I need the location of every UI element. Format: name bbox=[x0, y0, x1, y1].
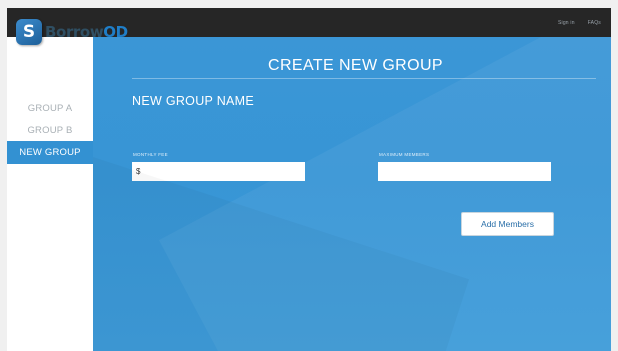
brand-badge-letter: S bbox=[22, 21, 36, 42]
brand-badge-icon: S bbox=[16, 18, 42, 45]
sign-in-link[interactable]: Sign in bbox=[558, 20, 575, 26]
add-members-button[interactable]: Add Members bbox=[461, 212, 554, 236]
sidebar-item-new-group[interactable]: NEW GROUP bbox=[7, 141, 93, 164]
sidebar: GROUP A GROUP B NEW GROUP bbox=[7, 37, 93, 351]
brand-name-main: Borrow bbox=[45, 22, 104, 41]
brand-wordmark: BorrowOD bbox=[45, 23, 128, 41]
maximum-members-input[interactable] bbox=[378, 162, 551, 181]
sidebar-item-group-b[interactable]: GROUP B bbox=[7, 119, 93, 142]
monthly-fee-label: MONTHLY FEE bbox=[133, 152, 168, 157]
main-panel: CREATE NEW GROUP NEW GROUP NAME MONTHLY … bbox=[93, 37, 611, 351]
title-divider bbox=[132, 78, 596, 79]
sidebar-item-group-a[interactable]: GROUP A bbox=[7, 97, 93, 120]
maximum-members-label: MAXIMUM MEMBERS bbox=[379, 152, 430, 157]
brand-logo[interactable]: S BorrowOD bbox=[12, 11, 136, 52]
monthly-fee-input[interactable] bbox=[132, 162, 305, 181]
brand-name-accent: OD bbox=[103, 22, 128, 41]
app-window: Sign in FAQs GROUP A GROUP B NEW GROUP S… bbox=[7, 8, 611, 351]
page-title: CREATE NEW GROUP bbox=[267, 57, 443, 74]
top-nav: Sign in FAQs bbox=[558, 8, 601, 37]
faqs-link[interactable]: FAQs bbox=[588, 20, 601, 26]
group-name-heading[interactable]: NEW GROUP NAME bbox=[132, 94, 254, 108]
